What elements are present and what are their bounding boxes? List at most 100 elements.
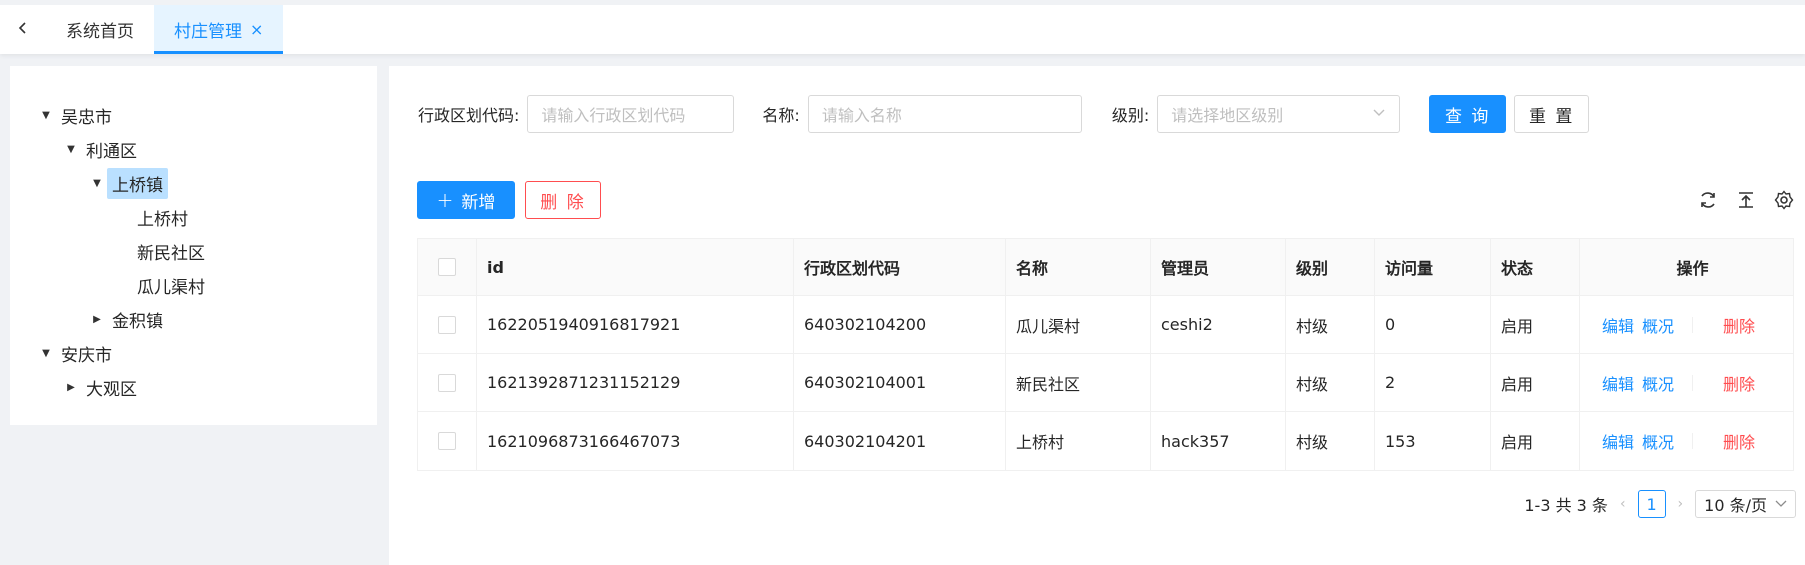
close-icon[interactable]: × — [250, 20, 263, 39]
row-checkbox[interactable] — [438, 315, 456, 334]
row-checkbox-cell — [418, 296, 477, 353]
cell-code: 640302104001 — [794, 354, 1006, 411]
refresh-icon[interactable] — [1698, 190, 1718, 210]
tree-node-label: 上桥镇 — [107, 167, 168, 199]
chevron-down-icon — [1775, 497, 1787, 511]
cell-ops: 编辑 概况 删除 — [1580, 354, 1793, 411]
edit-link[interactable]: 编辑 — [1602, 313, 1634, 337]
cell-status: 启用 — [1491, 412, 1580, 470]
level-placeholder: 请选择地区级别 — [1171, 106, 1284, 125]
overview-link[interactable]: 概况 — [1642, 371, 1674, 395]
main-content: 行政区划代码: 请输入行政区划代码 名称: 请输入名称 级别: 请选择地区级别 … — [389, 66, 1805, 565]
cell-level: 村级 — [1286, 296, 1375, 353]
query-button[interactable]: 查 询 — [1429, 95, 1507, 133]
tab-label: 村庄管理 — [174, 22, 242, 42]
cell-status: 启用 — [1491, 296, 1580, 353]
cell-visits: 2 — [1375, 354, 1491, 411]
tree-node-label: 新民社区 — [137, 243, 205, 264]
cell-name: 上桥村 — [1006, 412, 1151, 470]
level-select[interactable]: 请选择地区级别 — [1157, 95, 1401, 133]
tree-node[interactable]: ▶ 金积镇 — [10, 302, 377, 336]
column-header: id — [477, 239, 794, 295]
row-checkbox[interactable] — [438, 432, 456, 450]
tree-node[interactable]: ▼ 吴忠市 — [10, 98, 377, 132]
caret-right-icon[interactable]: ▶ — [61, 382, 81, 393]
delete-link[interactable]: 删除 — [1723, 313, 1755, 337]
tree-node[interactable]: 新民社区 — [10, 234, 377, 268]
level-label: 级别: — [1111, 106, 1150, 125]
tree-node-label: 利通区 — [86, 141, 137, 162]
cell-name: 瓜儿渠村 — [1006, 296, 1151, 353]
tab-village-management[interactable]: 村庄管理 × — [154, 5, 284, 54]
header-checkbox-cell — [418, 239, 477, 295]
next-page-icon[interactable]: › — [1678, 496, 1684, 512]
caret-down-icon[interactable]: ▼ — [87, 178, 107, 189]
cell-admin: ceshi2 — [1151, 296, 1286, 353]
tree-node[interactable]: ▶ 大观区 — [10, 370, 377, 404]
tree-node-label: 上桥村 — [137, 209, 188, 230]
tree-node-label: 吴忠市 — [61, 107, 112, 128]
table-row: 1621392871231152129 640302104001 新民社区 村级… — [418, 354, 1793, 412]
tab-label: 系统首页 — [66, 22, 134, 42]
tree-node[interactable]: 上桥村 — [10, 200, 377, 234]
caret-right-icon[interactable]: ▶ — [87, 314, 107, 325]
code-input[interactable]: 请输入行政区划代码 — [527, 95, 735, 133]
table-row: 1622051940916817921 640302104200 瓜儿渠村 ce… — [418, 296, 1793, 354]
caret-down-icon[interactable]: ▼ — [36, 110, 56, 121]
tree-node[interactable]: ▼ 安庆市 — [10, 336, 377, 370]
page-size-value: 10 条/页 — [1704, 496, 1767, 515]
reset-button[interactable]: 重 置 — [1514, 95, 1590, 133]
delete-button[interactable]: 删 除 — [525, 181, 601, 219]
cell-code: 640302104201 — [794, 412, 1006, 470]
cell-admin — [1151, 354, 1286, 411]
overview-link[interactable]: 概况 — [1642, 313, 1674, 337]
search-form: 行政区划代码: 请输入行政区划代码 名称: 请输入名称 级别: 请选择地区级别 … — [418, 95, 1590, 133]
delete-link[interactable]: 删除 — [1723, 371, 1755, 395]
tree-node-selected[interactable]: ▼ 上桥镇 — [10, 166, 377, 200]
tab-home[interactable]: 系统首页 — [46, 5, 154, 54]
table-tools — [1698, 181, 1794, 219]
tab-back-button[interactable] — [0, 5, 46, 54]
village-table: id 行政区划代码 名称 管理员 级别 访问量 状态 操作 1622051940… — [417, 238, 1794, 471]
add-button[interactable]: + 新增 — [417, 181, 515, 219]
cell-ops: 编辑 概况 删除 — [1580, 296, 1793, 353]
total-count: 1-3 共 3 条 — [1524, 496, 1608, 515]
column-header: 管理员 — [1151, 239, 1286, 295]
cell-id: 1621392871231152129 — [477, 354, 794, 411]
caret-down-icon[interactable]: ▼ — [61, 144, 81, 155]
code-label: 行政区划代码: — [418, 106, 520, 125]
column-header: 名称 — [1006, 239, 1151, 295]
divider — [1692, 433, 1694, 449]
select-all-checkbox[interactable] — [438, 258, 456, 276]
table-header: id 行政区划代码 名称 管理员 级别 访问量 状态 操作 — [418, 239, 1793, 296]
settings-icon[interactable] — [1774, 190, 1794, 210]
column-header: 操作 — [1676, 259, 1709, 278]
row-checkbox-cell — [418, 412, 477, 470]
table-toolbar: + 新增 删 除 — [417, 181, 1794, 219]
name-input[interactable]: 请输入名称 — [807, 95, 1082, 133]
cell-id: 1621096873166467073 — [477, 412, 794, 470]
name-placeholder: 请输入名称 — [821, 106, 902, 125]
overview-link[interactable]: 概况 — [1642, 429, 1674, 453]
table-row: 1621096873166467073 640302104201 上桥村 hac… — [418, 412, 1793, 470]
export-icon[interactable] — [1736, 190, 1756, 210]
plus-icon: + — [436, 188, 454, 212]
prev-page-icon[interactable]: ‹ — [1620, 496, 1626, 512]
edit-link[interactable]: 编辑 — [1602, 371, 1634, 395]
tree-node-label: 瓜儿渠村 — [137, 277, 205, 298]
edit-link[interactable]: 编辑 — [1602, 429, 1634, 453]
tree-node[interactable]: ▼ 利通区 — [10, 132, 377, 166]
caret-down-icon[interactable]: ▼ — [36, 348, 56, 359]
delete-link[interactable]: 删除 — [1723, 429, 1755, 453]
column-header: 访问量 — [1375, 239, 1491, 295]
tree-node[interactable]: 瓜儿渠村 — [10, 268, 377, 302]
cell-id: 1622051940916817921 — [477, 296, 794, 353]
column-header: 级别 — [1286, 239, 1375, 295]
page-size-select[interactable]: 10 条/页 — [1695, 490, 1796, 518]
row-checkbox[interactable] — [438, 373, 456, 392]
cell-admin: hack357 — [1151, 412, 1286, 470]
cell-level: 村级 — [1286, 412, 1375, 470]
cell-name: 新民社区 — [1006, 354, 1151, 411]
page-number[interactable]: 1 — [1637, 490, 1666, 518]
cell-code: 640302104200 — [794, 296, 1006, 353]
